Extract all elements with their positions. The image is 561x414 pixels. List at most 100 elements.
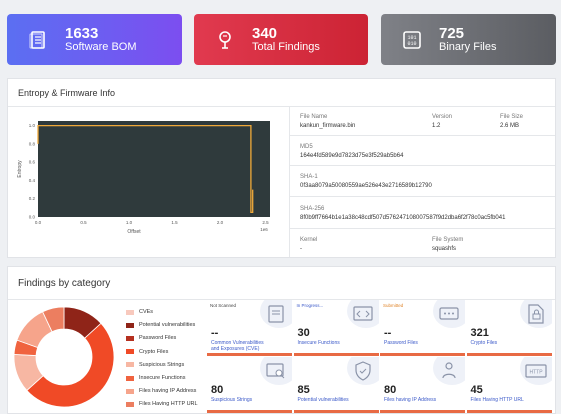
legend-swatch xyxy=(126,309,134,315)
file-name-value: kankun_firmware.bin xyxy=(300,123,356,129)
finding-tile[interactable]: 321 Crypto Files xyxy=(466,300,552,356)
legend-item[interactable]: Files having IP Address xyxy=(126,388,196,394)
tile-value: 80 xyxy=(384,384,397,396)
findings-donut-chart xyxy=(13,306,115,408)
legend-label: Files Having HTTP URL xyxy=(139,401,198,408)
version-field: Version 1.2 xyxy=(432,114,453,129)
total-findings-count: 340 xyxy=(252,24,278,42)
binary-files-count: 725 xyxy=(439,24,465,42)
binary-files-card[interactable]: 101 010 725 Binary Files xyxy=(381,14,556,65)
sha256-field: SHA-256 8f0b9ff7664b1e1a38c48cdf507d5762… xyxy=(300,206,506,221)
finding-tile[interactable]: Not Scanned -- Common Vulnerabilities and … xyxy=(207,300,292,356)
legend-label: Potential vulnerabilities xyxy=(139,322,196,329)
legend-item[interactable]: Password Files xyxy=(126,335,176,341)
y-tick-label: 0.4 xyxy=(29,178,36,183)
tile-category-link[interactable]: Common Vulnerabilities and Exposures (CV… xyxy=(211,340,273,353)
y-tick-label: 1.0 xyxy=(29,123,36,128)
bug-icon xyxy=(212,27,238,53)
x-axis-label: Offset xyxy=(127,229,141,235)
legend-swatch xyxy=(126,322,134,328)
entropy-chart: 0.0 0.2 0.4 0.6 0.8 1.0 0.0 0.5 1.0 1.5 2.0 2.5 1e6 O… xyxy=(17,121,270,235)
y-tick-label: 0.2 xyxy=(29,196,36,201)
legend-swatch xyxy=(126,388,134,394)
legend-label: Password Files xyxy=(139,335,177,342)
firmware-row-file: File Name kankun_firmware.bin Version 1.… xyxy=(290,106,555,136)
legend-swatch xyxy=(126,349,134,355)
binary-icon: 101 010 xyxy=(399,27,425,53)
file-size-field: File Size 2.6 MB xyxy=(500,114,524,129)
legend-swatch xyxy=(126,401,134,407)
tile-value: 45 xyxy=(470,384,483,396)
tile-category-link[interactable]: Files Having HTTP URL xyxy=(471,397,533,403)
firmware-row-sha256: SHA-256 8f0b9ff7664b1e1a38c48cdf507d5762… xyxy=(290,197,555,229)
y-tick-label: 0.8 xyxy=(29,141,36,146)
chart-plot-area xyxy=(38,121,270,217)
tile-status: Not Scanned xyxy=(210,303,237,308)
finding-tile[interactable]: In Progress... 30 Insecure Functions xyxy=(293,300,379,356)
findings-panel: Findings by category CVEs Potential vulne… xyxy=(7,266,556,414)
md5-value: 164e4fd589e9d7823d75e3f529ab5b64 xyxy=(300,153,404,159)
legend-item[interactable]: Insecure Functions xyxy=(126,375,185,381)
software-bom-count: 1633 xyxy=(65,24,99,42)
tile-value: 80 xyxy=(211,384,224,396)
finding-tile[interactable]: HTTP 45 Files Having HTTP URL xyxy=(466,357,552,413)
entropy-panel-title: Entropy & Firmware Info xyxy=(18,88,116,98)
tile-value: 321 xyxy=(470,327,489,339)
finding-tile[interactable]: 80 Files having IP Address xyxy=(380,357,465,413)
tile-value: 85 xyxy=(297,384,310,396)
code-icon xyxy=(346,300,379,328)
tile-category-link[interactable]: Password Files xyxy=(384,340,446,346)
finding-tile[interactable]: 85 Potential vulnerabilities xyxy=(293,357,379,413)
firmware-row-sha1: SHA-1 0f3aa8079a50080559ae526e43e2716589… xyxy=(290,166,555,197)
tile-category-link[interactable]: Potential vulnerabilities xyxy=(298,397,360,403)
tile-category-link[interactable]: Crypto Files xyxy=(471,340,533,346)
finding-tile[interactable]: Submitted -- Password Files xyxy=(380,300,465,356)
finding-tile[interactable]: 80 Suspicious Strings xyxy=(207,357,292,413)
http-icon: HTTP xyxy=(519,357,552,385)
lock-file-icon xyxy=(519,300,552,328)
entropy-firmware-panel: Entropy & Firmware Info 0.0 0.2 0.4 0.6 0.8 1… xyxy=(7,78,556,258)
kernel-field: Kernel - xyxy=(300,237,318,252)
legend-item[interactable]: Potential vulnerabilities xyxy=(126,322,195,328)
software-bom-label: Software BOM xyxy=(65,40,137,53)
file-size-value: 2.6 MB xyxy=(500,123,520,129)
legend-label: CVEs xyxy=(139,309,154,315)
sha1-value: 0f3aa8079a50080559ae526e43e2716589b12790 xyxy=(300,183,432,189)
software-bom-card[interactable]: 1633 Software BOM xyxy=(7,14,182,65)
y-tick-label: 0.6 xyxy=(29,160,36,165)
y-tick-label: 0.0 xyxy=(29,215,36,220)
tile-category-link[interactable]: Insecure Functions xyxy=(298,340,360,346)
total-findings-card[interactable]: 340 Total Findings xyxy=(194,14,368,65)
password-icon xyxy=(433,300,465,328)
ip-address-icon xyxy=(433,357,465,385)
sha1-field: SHA-1 0f3aa8079a50080559ae526e43e2716589… xyxy=(300,174,432,189)
firmware-row-md5: MD5 164e4fd589e9d7823d75e3f529ab5b64 xyxy=(290,136,555,166)
legend-item[interactable]: Files Having HTTP URL xyxy=(126,401,198,407)
tile-status: Submitted xyxy=(383,303,404,308)
document-icon xyxy=(25,27,51,53)
shield-icon xyxy=(346,357,379,385)
x-tick-label: 0.5 xyxy=(80,220,87,225)
legend-item[interactable]: Suspicious Strings xyxy=(126,362,184,368)
tile-value: -- xyxy=(384,327,392,339)
svg-text:HTTP: HTTP xyxy=(529,370,543,376)
y-axis-label: Entropy xyxy=(17,160,23,178)
file-system-value: squashfs xyxy=(432,246,457,252)
binary-files-label: Binary Files xyxy=(439,40,497,53)
tile-category-link[interactable]: Files having IP Address xyxy=(384,397,446,403)
svg-text:010: 010 xyxy=(407,41,416,47)
legend-swatch xyxy=(126,362,134,368)
tile-category-link[interactable]: Suspicious Strings xyxy=(211,397,273,403)
file-system-field: File System squashfs xyxy=(432,237,464,252)
findings-panel-title: Findings by category xyxy=(18,278,111,289)
legend-label: Suspicious Strings xyxy=(139,361,185,368)
legend-item[interactable]: CVEs xyxy=(126,309,153,315)
version-value: 1.2 xyxy=(432,123,441,129)
legend-swatch xyxy=(126,375,134,381)
sha256-value: 8f0b9ff7664b1e1a38c48cdf507d576247108007… xyxy=(300,215,506,221)
legend-item[interactable]: Crypto Files xyxy=(126,349,168,355)
cve-icon xyxy=(260,300,292,328)
x-tick-label: 1.0 xyxy=(126,220,133,225)
magnifier-icon xyxy=(260,357,292,385)
x-tick-label: 2.5 xyxy=(262,220,269,225)
